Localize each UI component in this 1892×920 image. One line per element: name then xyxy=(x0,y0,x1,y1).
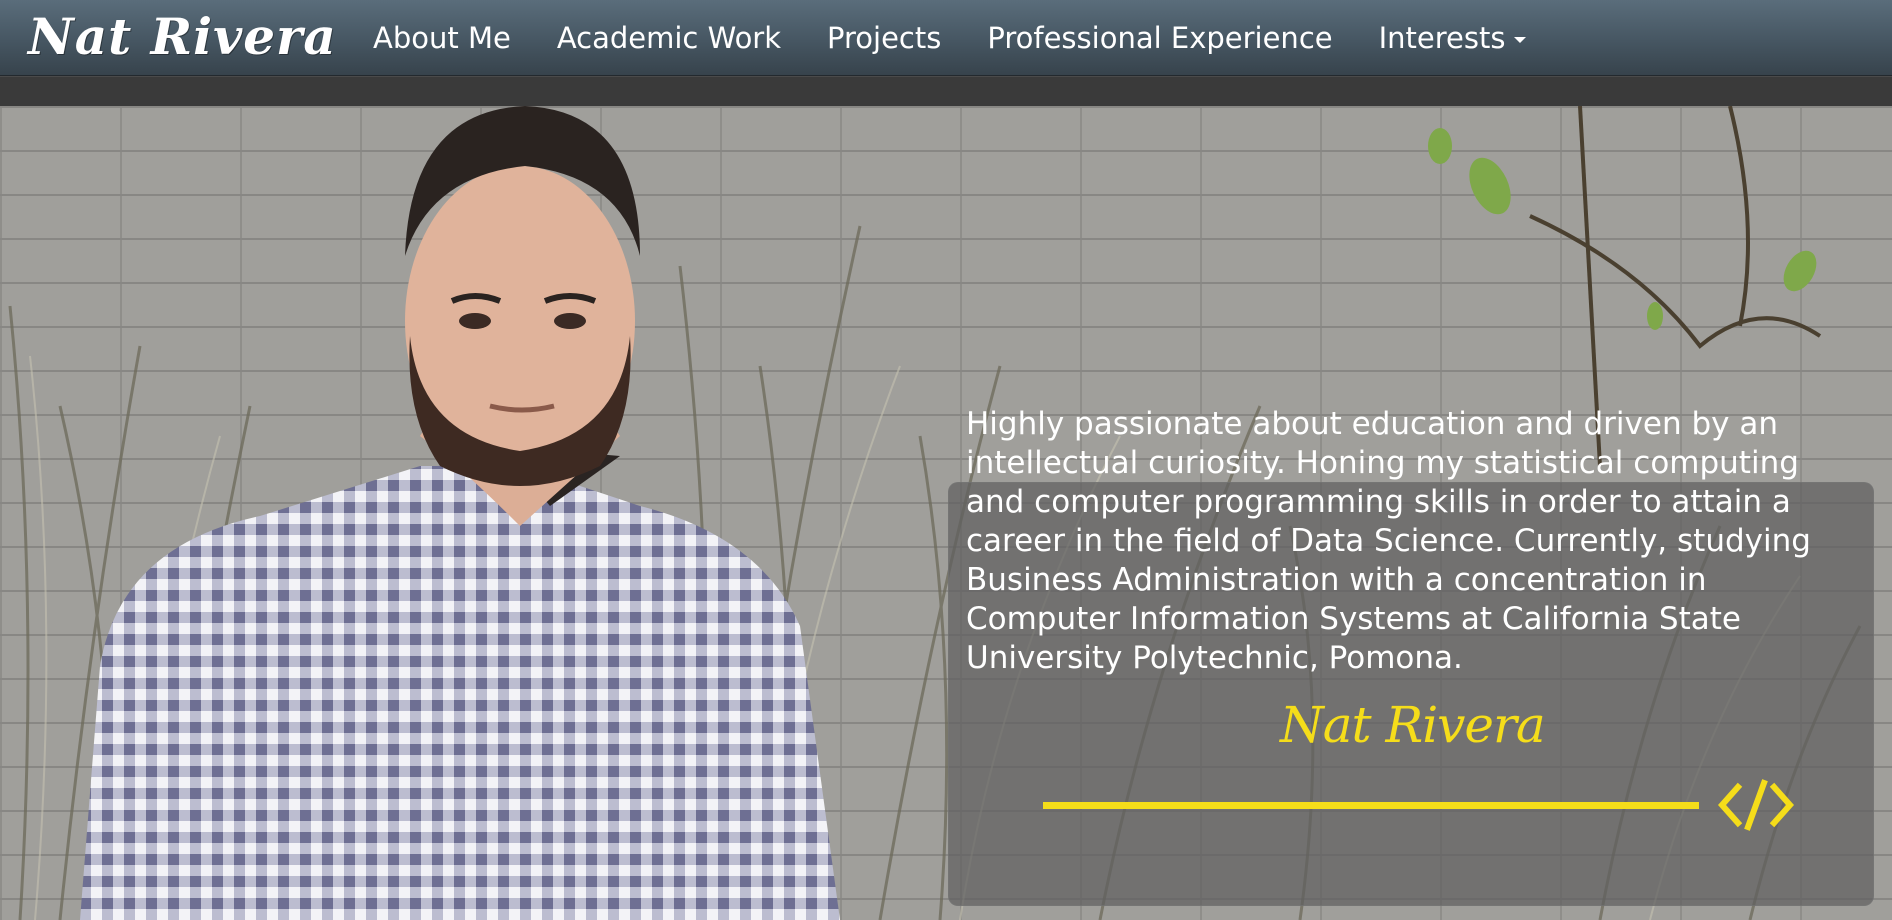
nav-about-me-label: About Me xyxy=(373,21,511,55)
brand-logo[interactable]: Nat Rivera xyxy=(28,2,337,72)
nav-interests-dropdown[interactable]: Interests xyxy=(1356,0,1550,76)
nav-professional-experience[interactable]: Professional Experience xyxy=(964,0,1355,76)
nav-academic-work-label: Academic Work xyxy=(556,21,782,55)
caret-down-icon xyxy=(1514,37,1527,43)
code-icon[interactable] xyxy=(1718,779,1794,831)
accent-divider xyxy=(1043,802,1699,809)
nav-projects-label: Projects xyxy=(827,21,942,55)
nav-professional-experience-label: Professional Experience xyxy=(987,21,1333,55)
signature: Nat Rivera xyxy=(1280,696,1546,754)
nav-about-me[interactable]: About Me xyxy=(350,0,534,76)
top-navbar: Nat Rivera About Me Academic Work Projec… xyxy=(0,0,1892,76)
nav-interests-label: Interests xyxy=(1378,21,1506,55)
nav-links: About Me Academic Work Projects Professi… xyxy=(350,0,1549,76)
profile-photo xyxy=(80,106,840,920)
bio-text: Highly passionate about education and dr… xyxy=(966,406,1811,676)
nav-academic-work[interactable]: Academic Work xyxy=(534,0,804,76)
nav-projects[interactable]: Projects xyxy=(804,0,964,76)
navbar-shadow-strip xyxy=(0,76,1892,106)
